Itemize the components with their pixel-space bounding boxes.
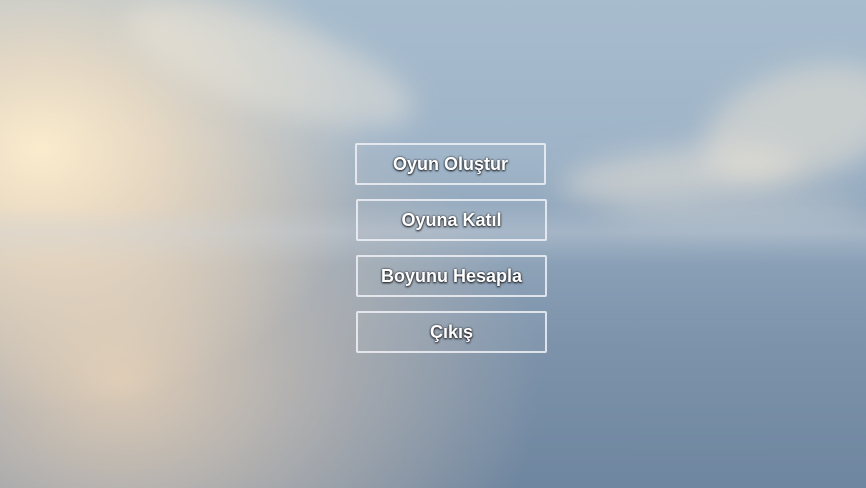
sky-background	[0, 0, 866, 488]
calculate-height-button[interactable]: Boyunu Hesapla	[356, 255, 547, 297]
exit-button[interactable]: Çıkış	[356, 311, 547, 353]
create-game-button[interactable]: Oyun Oluştur	[355, 143, 546, 185]
join-game-button[interactable]: Oyuna Katıl	[356, 199, 547, 241]
cloud	[113, 0, 427, 155]
